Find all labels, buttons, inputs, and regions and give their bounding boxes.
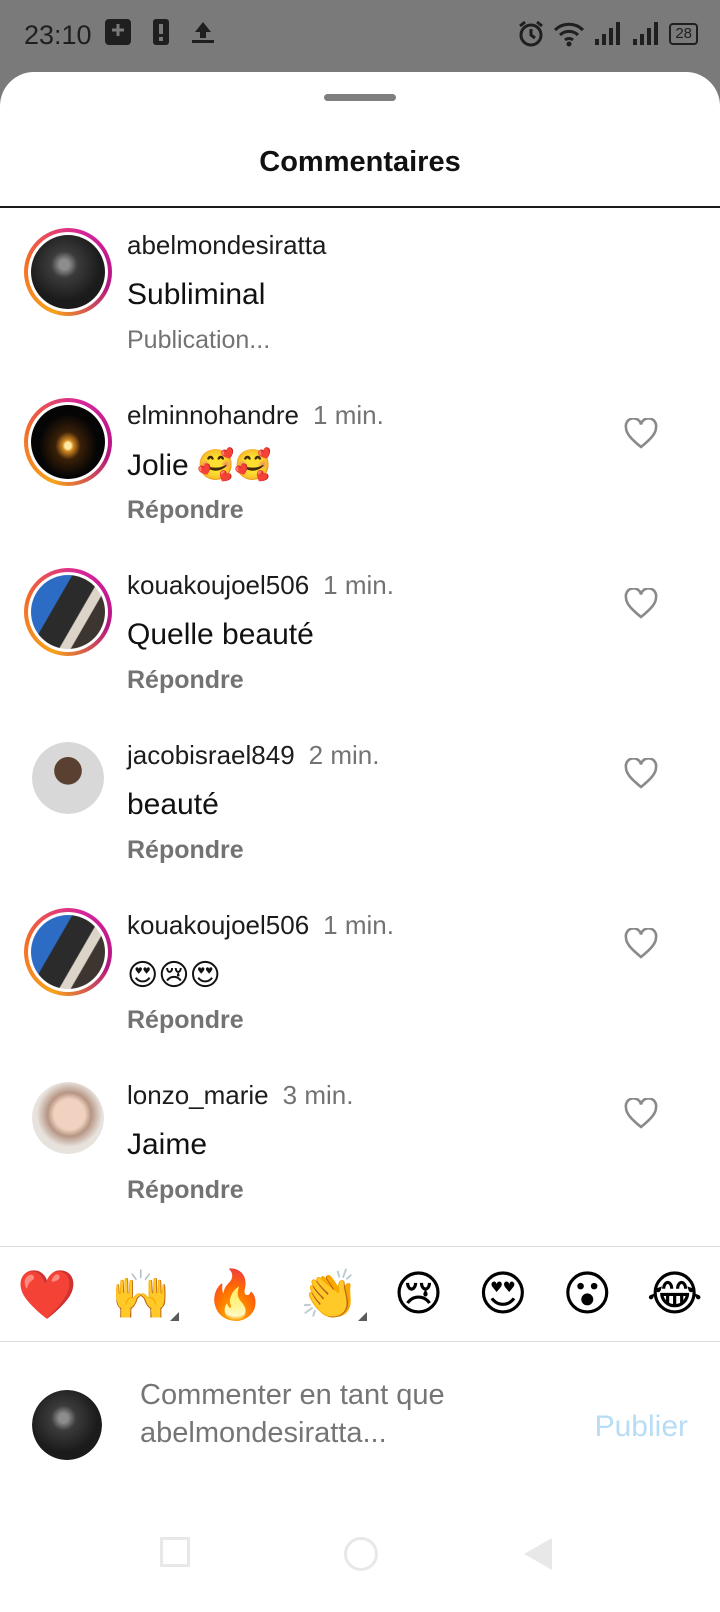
- recents-icon[interactable]: [160, 1537, 190, 1567]
- reply-button[interactable]: Répondre: [127, 666, 244, 695]
- comment-item: jacobisrael849 2 min. beauté Répondre: [0, 718, 720, 888]
- quick-reactions-bar: ❤️ 🙌 🔥 👏 😢 😍 😮 😂: [0, 1246, 720, 1342]
- reply-button[interactable]: Répondre: [127, 1176, 244, 1205]
- comment-username[interactable]: jacobisrael849: [127, 740, 295, 770]
- comment-item: lonzo_marie 3 min. Jaime Répondre: [0, 1058, 720, 1228]
- comment-time: 3 min.: [282, 1080, 354, 1110]
- comment-user-line: lonzo_marie 3 min.: [127, 1080, 353, 1111]
- comment-action: Publication...: [127, 326, 271, 354]
- comment-text: 😍😢😍: [127, 959, 221, 992]
- reply-button[interactable]: Répondre: [127, 496, 244, 525]
- reaction-raised-hands[interactable]: 🙌: [111, 1266, 180, 1323]
- status-time: 23:10: [24, 20, 92, 50]
- reaction-raised-hands-glyph: 🙌: [111, 1266, 172, 1323]
- comment-time: 2 min.: [308, 740, 380, 770]
- my-avatar: [32, 1390, 102, 1460]
- comment-item: elminnohandre 1 min. Jolie 🥰🥰 Répondre: [0, 378, 720, 548]
- comment-time: 1 min.: [323, 910, 394, 940]
- avatar[interactable]: [24, 568, 112, 656]
- reply-button[interactable]: Répondre: [127, 836, 244, 865]
- comment-user-line: jacobisrael849 2 min.: [127, 740, 379, 771]
- reaction-clap[interactable]: 👏: [299, 1266, 368, 1323]
- reaction-surprised[interactable]: 😮: [562, 1266, 612, 1322]
- comment-user-line: abelmondesiratta: [127, 230, 326, 261]
- heart-icon[interactable]: [624, 758, 658, 790]
- avatar[interactable]: [32, 1082, 104, 1154]
- download-notification-icon: [105, 19, 131, 45]
- comments-sheet: Commentaires abelmondesiratta Subliminal…: [0, 72, 720, 1612]
- reaction-laughing[interactable]: 😂: [647, 1266, 703, 1322]
- comment-username[interactable]: elminnohandre: [127, 400, 299, 430]
- status-icons-left: [104, 18, 216, 46]
- comment-item: kouakoujoel506 1 min. 😍😢😍 Répondre: [0, 888, 720, 1058]
- reaction-fire[interactable]: 🔥: [205, 1266, 265, 1323]
- comment-text: Subliminal: [127, 278, 266, 311]
- reaction-crying[interactable]: 😢: [394, 1266, 444, 1322]
- publish-button[interactable]: Publier: [595, 1410, 688, 1444]
- comment-user-line: kouakoujoel506 1 min.: [127, 570, 394, 601]
- comment-time: 1 min.: [323, 570, 394, 600]
- comment-text: beauté: [127, 788, 219, 821]
- avatar[interactable]: [24, 398, 112, 486]
- comment-username[interactable]: kouakoujoel506: [127, 570, 309, 600]
- comment-item: abelmondesiratta Subliminal Publication.…: [0, 208, 720, 378]
- comment-text: Jolie 🥰🥰: [127, 449, 272, 482]
- upload-icon: [192, 22, 214, 43]
- skin-tone-indicator: [358, 1311, 368, 1321]
- comment-user-line: elminnohandre 1 min.: [127, 400, 384, 431]
- heart-icon[interactable]: [624, 588, 658, 620]
- reaction-heart[interactable]: ❤️: [17, 1266, 77, 1323]
- signal-icon-2: [633, 22, 659, 45]
- comment-time: 1 min.: [313, 400, 384, 430]
- alarm-icon: [519, 20, 544, 47]
- comment-input[interactable]: [140, 1376, 540, 1456]
- comment-text: Jaime: [127, 1128, 208, 1161]
- avatar[interactable]: [24, 228, 112, 316]
- comment-username[interactable]: kouakoujoel506: [127, 910, 309, 940]
- drag-handle[interactable]: [324, 94, 396, 101]
- battery-indicator: 28: [669, 23, 698, 45]
- heart-icon[interactable]: [624, 928, 658, 960]
- comment-user-line: kouakoujoel506 1 min.: [127, 910, 394, 941]
- heart-icon[interactable]: [624, 418, 658, 450]
- status-bar: 23:10 28: [0, 0, 720, 72]
- home-icon[interactable]: [344, 1537, 378, 1571]
- phone-storage-icon: [153, 19, 169, 45]
- avatar[interactable]: [32, 742, 104, 814]
- heart-icon[interactable]: [624, 1098, 658, 1130]
- comment-username[interactable]: abelmondesiratta: [127, 230, 326, 260]
- comment-composer: Publier: [0, 1342, 720, 1502]
- comment-item: kouakoujoel506 1 min. Quelle beauté Répon…: [0, 548, 720, 718]
- wifi-icon: [554, 22, 585, 47]
- comment-text: Quelle beauté: [127, 618, 314, 651]
- avatar[interactable]: [24, 908, 112, 996]
- signal-icon: [595, 22, 621, 45]
- reply-button[interactable]: Répondre: [127, 1006, 244, 1035]
- comment-username[interactable]: lonzo_marie: [127, 1080, 269, 1110]
- sheet-title: Commentaires: [259, 146, 461, 178]
- reaction-heart-eyes[interactable]: 😍: [478, 1266, 528, 1322]
- skin-tone-indicator: [170, 1311, 180, 1321]
- reaction-clap-glyph: 👏: [299, 1266, 360, 1323]
- back-icon[interactable]: [524, 1538, 552, 1570]
- navigation-bar: [0, 1502, 720, 1612]
- status-icons-right: 28: [517, 20, 698, 48]
